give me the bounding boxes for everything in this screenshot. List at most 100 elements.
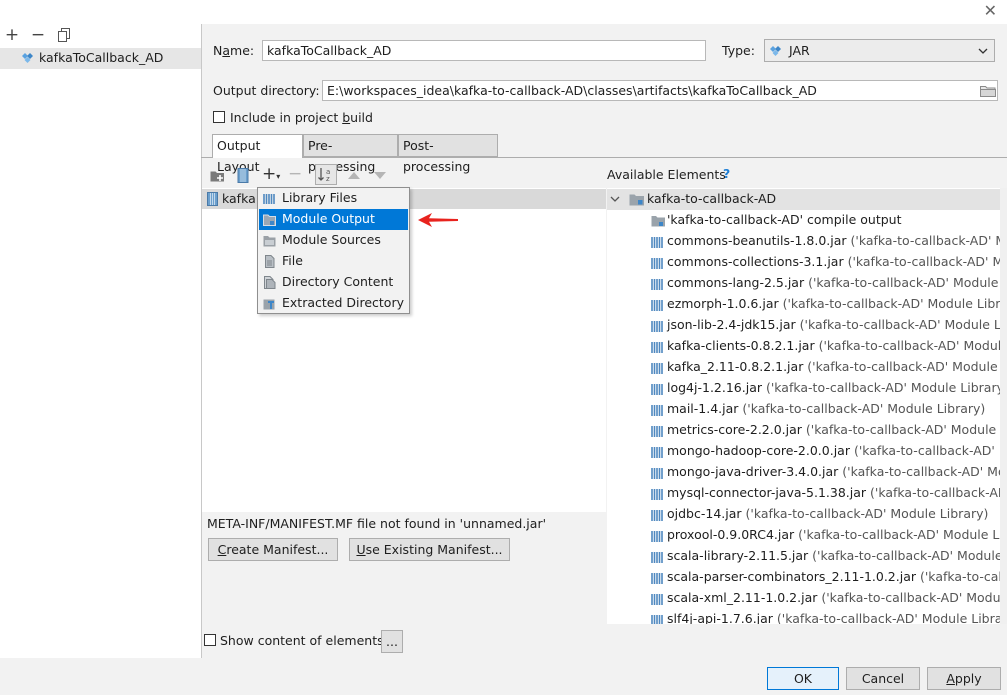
show-content-checkbox[interactable] bbox=[204, 634, 216, 646]
tab-post-processing[interactable]: Post-processing bbox=[398, 134, 498, 174]
name-input[interactable]: kafkaToCallback_AD bbox=[262, 40, 706, 61]
library-node[interactable]: json-lib-2.4-jdk15.jar ('kafka-to-callba… bbox=[607, 315, 1007, 336]
menu-item-module-sources[interactable]: Module Sources bbox=[259, 230, 408, 251]
tab-pre-processing[interactable]: Pre-processing bbox=[303, 134, 398, 174]
remove-artifact-button[interactable]: − bbox=[28, 24, 48, 46]
library-node-label: metrics-core-2.2.0.jar ('kafka-to-callba… bbox=[667, 422, 1007, 437]
type-select[interactable]: JAR bbox=[764, 39, 995, 62]
library-module-suffix: ('kafka-to-callback-AD' Module Library) bbox=[853, 443, 1007, 458]
library-module-suffix: ('kafka-to-callback-AD' Module Library) bbox=[812, 548, 1007, 563]
library-jar-name: scala-parser-combinators_2.11-1.0.2.jar bbox=[667, 569, 917, 584]
library-node[interactable]: ojdbc-14.jar ('kafka-to-callback-AD' Mod… bbox=[607, 504, 1007, 525]
menu-item-extracted-directory[interactable]: Extracted Directory bbox=[259, 293, 408, 314]
menu-item-label: Directory Content bbox=[282, 274, 394, 289]
help-icon[interactable]: ? bbox=[723, 166, 730, 181]
library-jar-name: mongo-java-driver-3.4.0.jar bbox=[667, 464, 839, 479]
library-module-suffix: ('kafka-to-callback-AD' Module Library) bbox=[847, 254, 1007, 269]
library-node[interactable]: mongo-java-driver-3.4.0.jar ('kafka-to-c… bbox=[607, 462, 1007, 483]
library-node-label: slf4j-api-1.7.6.jar ('kafka-to-callback-… bbox=[667, 611, 1007, 624]
library-icon bbox=[651, 363, 663, 374]
library-jar-name: scala-xml_2.11-1.0.2.jar bbox=[667, 590, 818, 605]
library-jar-name: commons-beanutils-1.8.0.jar bbox=[667, 233, 847, 248]
library-node[interactable]: scala-library-2.11.5.jar ('kafka-to-call… bbox=[607, 546, 1007, 567]
library-node-label: kafka_2.11-0.8.2.1.jar ('kafka-to-callba… bbox=[667, 359, 1007, 374]
apply-button[interactable]: Apply bbox=[927, 667, 1001, 690]
show-content-options-button[interactable]: ... bbox=[381, 630, 403, 653]
library-node[interactable]: ezmorph-1.0.6.jar ('kafka-to-callback-AD… bbox=[607, 294, 1007, 315]
tab-output-layout[interactable]: Output Layout bbox=[212, 134, 303, 174]
library-module-suffix: ('kafka-to-callback-AD' Module Library) bbox=[808, 275, 1007, 290]
output-directory-input[interactable]: E:\workspaces_idea\kafka-to-callback-AD\… bbox=[322, 80, 998, 101]
library-node-label: mysql-connector-java-5.1.38.jar ('kafka-… bbox=[667, 485, 1007, 500]
library-icon bbox=[651, 552, 663, 563]
menu-item-library-files[interactable]: Library Files bbox=[259, 188, 408, 209]
library-node[interactable]: commons-beanutils-1.8.0.jar ('kafka-to-c… bbox=[607, 231, 1007, 252]
library-module-suffix: ('kafka-to-callback-AD' Module Library) bbox=[805, 422, 1007, 437]
library-node-label: commons-collections-3.1.jar ('kafka-to-c… bbox=[667, 254, 1007, 269]
add-artifact-button[interactable]: + bbox=[2, 24, 22, 46]
sort-elements-button[interactable]: a z bbox=[315, 164, 337, 185]
library-icon bbox=[651, 342, 663, 353]
library-node[interactable]: mail-1.4.jar ('kafka-to-callback-AD' Mod… bbox=[607, 399, 1007, 420]
sort-alphabetically-icon: a z bbox=[318, 168, 330, 183]
library-node-label: json-lib-2.4-jdk15.jar ('kafka-to-callba… bbox=[667, 317, 1007, 332]
cancel-button[interactable]: Cancel bbox=[846, 667, 920, 690]
new-directory-icon[interactable] bbox=[210, 169, 226, 182]
browse-folder-icon[interactable] bbox=[980, 84, 996, 97]
close-icon[interactable]: ✕ bbox=[984, 1, 997, 20]
manifest-message: META-INF/MANIFEST.MF file not found in '… bbox=[207, 516, 547, 531]
new-archive-icon[interactable] bbox=[237, 168, 249, 183]
compile-output-node[interactable]: 'kafka-to-callback-AD' compile output bbox=[607, 210, 1007, 231]
library-node-label: scala-parser-combinators_2.11-1.0.2.jar … bbox=[667, 569, 1007, 584]
library-node[interactable]: log4j-1.2.16.jar ('kafka-to-callback-AD'… bbox=[607, 378, 1007, 399]
library-jar-name: mysql-connector-java-5.1.38.jar bbox=[667, 485, 867, 500]
artifact-item-label: kafkaToCallback_AD bbox=[39, 50, 164, 65]
menu-item-file[interactable]: File bbox=[259, 251, 408, 272]
library-node[interactable]: slf4j-api-1.7.6.jar ('kafka-to-callback-… bbox=[607, 609, 1007, 624]
menu-item-label: File bbox=[282, 253, 303, 268]
library-node[interactable]: metrics-core-2.2.0.jar ('kafka-to-callba… bbox=[607, 420, 1007, 441]
artifact-toolbar: + − bbox=[0, 24, 201, 46]
library-node[interactable]: kafka-clients-0.8.2.1.jar ('kafka-to-cal… bbox=[607, 336, 1007, 357]
move-up-icon[interactable] bbox=[348, 172, 360, 179]
library-node[interactable]: commons-collections-3.1.jar ('kafka-to-c… bbox=[607, 252, 1007, 273]
menu-item-label: Module Output bbox=[282, 211, 375, 226]
library-icon bbox=[651, 321, 663, 332]
copy-artifact-button[interactable] bbox=[54, 24, 74, 46]
library-node-label: mongo-hadoop-core-2.0.0.jar ('kafka-to-c… bbox=[667, 443, 1007, 458]
library-module-suffix: ('kafka-to-callback-AD' Module Library) bbox=[807, 359, 1007, 374]
chevron-down-icon bbox=[610, 196, 620, 202]
library-node[interactable]: proxool-0.9.0RC4.jar ('kafka-to-callback… bbox=[607, 525, 1007, 546]
add-element-button[interactable]: +▾ bbox=[262, 164, 280, 184]
library-jar-name: metrics-core-2.2.0.jar bbox=[667, 422, 802, 437]
ok-button[interactable]: OK bbox=[767, 667, 839, 690]
library-module-suffix: ('kafka-to-callback-AD' Module Library) bbox=[821, 590, 1007, 605]
library-node[interactable]: scala-parser-combinators_2.11-1.0.2.jar … bbox=[607, 567, 1007, 588]
library-icon bbox=[263, 194, 275, 204]
available-elements-tree: kafka-to-callback-AD 'kafka-to-callback-… bbox=[607, 188, 1007, 624]
library-node-label: commons-lang-2.5.jar ('kafka-to-callback… bbox=[667, 275, 1007, 290]
library-icon bbox=[651, 594, 663, 605]
library-node[interactable]: mongo-hadoop-core-2.0.0.jar ('kafka-to-c… bbox=[607, 441, 1007, 462]
chevron-down-icon bbox=[978, 48, 988, 54]
remove-element-button[interactable]: − bbox=[288, 164, 302, 184]
library-node-label: kafka-clients-0.8.2.1.jar ('kafka-to-cal… bbox=[667, 338, 1007, 353]
use-existing-manifest-button[interactable]: Use Existing Manifest... bbox=[349, 538, 510, 561]
available-elements-title: Available Elements bbox=[607, 167, 726, 182]
library-node[interactable]: mysql-connector-java-5.1.38.jar ('kafka-… bbox=[607, 483, 1007, 504]
output-directory-label: Output directory: bbox=[213, 83, 320, 98]
move-down-icon[interactable] bbox=[374, 172, 386, 179]
module-folder-icon bbox=[629, 194, 644, 206]
jar-type-icon bbox=[770, 46, 781, 56]
available-elements-scrollbar[interactable] bbox=[1000, 188, 1007, 624]
library-node[interactable]: commons-lang-2.5.jar ('kafka-to-callback… bbox=[607, 273, 1007, 294]
library-node-label: mongo-java-driver-3.4.0.jar ('kafka-to-c… bbox=[667, 464, 1007, 479]
include-in-build-checkbox[interactable] bbox=[213, 111, 225, 123]
library-node[interactable]: scala-xml_2.11-1.0.2.jar ('kafka-to-call… bbox=[607, 588, 1007, 609]
menu-item-directory-content[interactable]: Directory Content bbox=[259, 272, 408, 293]
artifact-item[interactable]: kafkaToCallback_AD bbox=[0, 48, 201, 69]
library-node[interactable]: kafka_2.11-0.8.2.1.jar ('kafka-to-callba… bbox=[607, 357, 1007, 378]
module-node[interactable]: kafka-to-callback-AD bbox=[607, 189, 1007, 210]
menu-item-module-output[interactable]: Module Output bbox=[259, 209, 408, 230]
create-manifest-button[interactable]: Create Manifest... bbox=[208, 538, 338, 561]
